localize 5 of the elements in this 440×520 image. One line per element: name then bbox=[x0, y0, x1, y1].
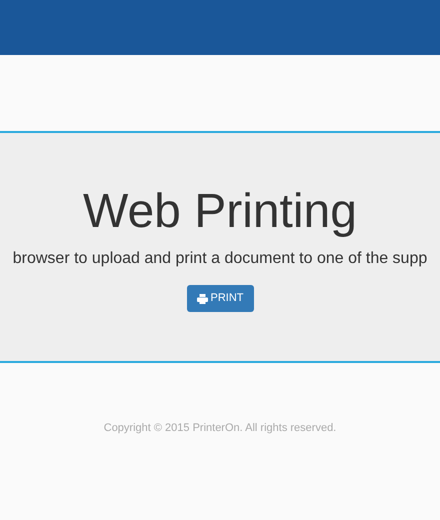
page-title: Web Printing bbox=[83, 184, 357, 240]
description-text: browser to upload and print a document to one of the supp bbox=[12, 249, 428, 269]
print-button[interactable]: PRINT bbox=[186, 285, 254, 312]
copyright-text: Copyright © 2015 PrinterOn. All rights reserved. bbox=[102, 421, 338, 436]
printer-icon bbox=[196, 294, 208, 304]
